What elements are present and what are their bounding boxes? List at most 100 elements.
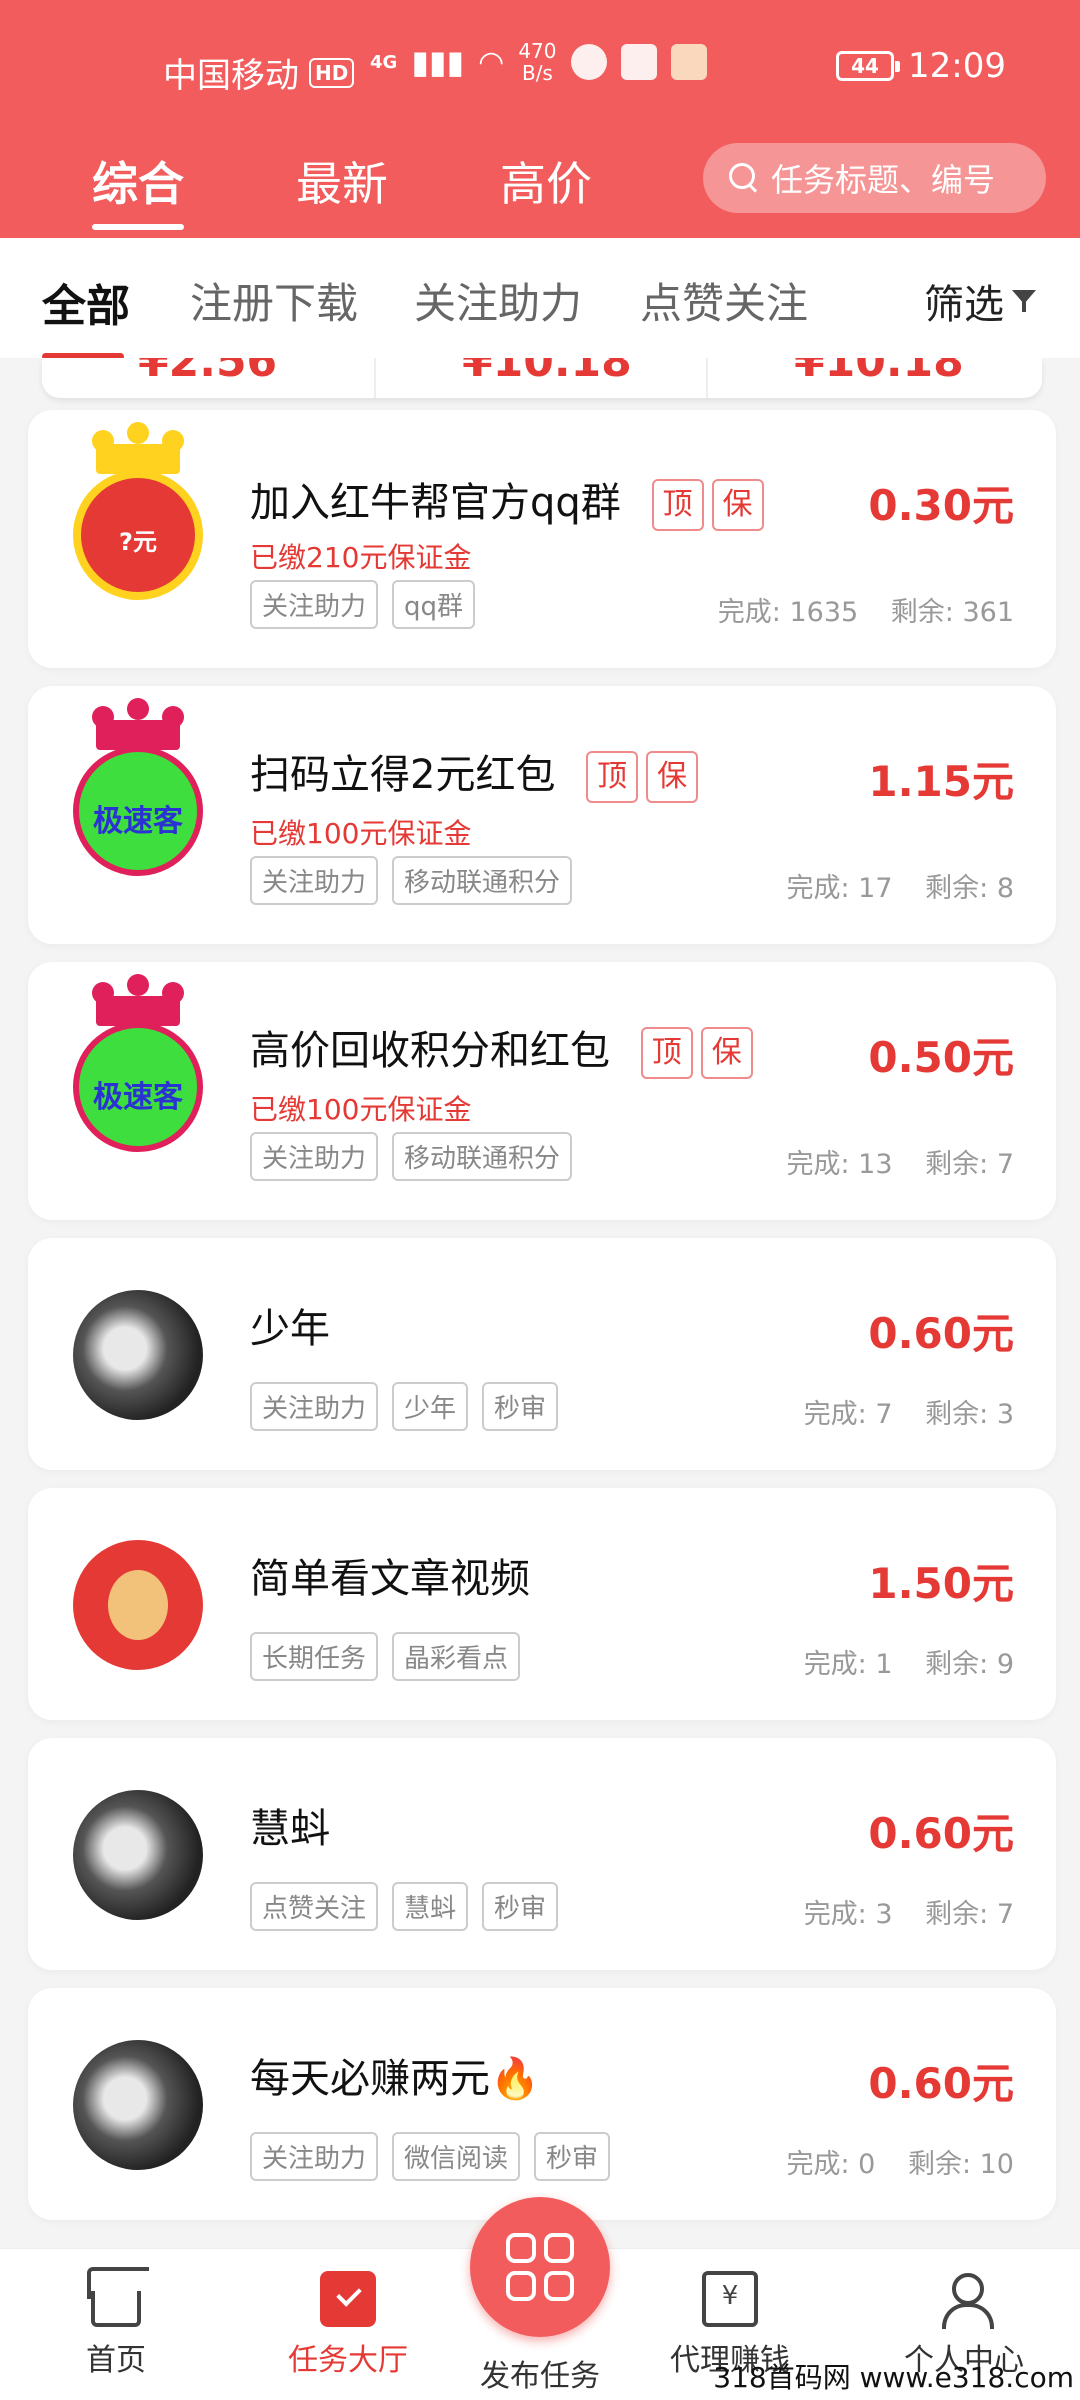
tab-latest[interactable]: 最新 [296, 148, 388, 214]
task-title-text: 高价回收积分和红包 [250, 1028, 610, 1074]
task-stats: 完成: 17 剩余: 8 [787, 866, 1015, 905]
prev-price: ¥10.18 [462, 358, 632, 387]
divider [706, 358, 708, 398]
tag: 秒审 [482, 1882, 559, 1931]
search-placeholder: 任务标题、编号 [771, 161, 996, 199]
task-price: 0.60元 [868, 1809, 1014, 1858]
tag: 点赞关注 [250, 1882, 379, 1931]
filter-button[interactable]: 筛选 [924, 272, 1038, 330]
nav-home-label: 首页 [86, 2343, 146, 2378]
nav-task-hall-label: 任务大厅 [288, 2343, 408, 2378]
status-icons: 4G ▮▮▮ ◠ 470 B/s [370, 40, 707, 84]
remain-count: 剩余: 361 [890, 597, 1014, 628]
tag: 移动联通积分 [392, 1132, 573, 1181]
task-title-text: 慧蚪 [250, 1806, 330, 1852]
task-price: 0.60元 [868, 1309, 1014, 1358]
grid-icon [506, 2233, 536, 2263]
badge-group: 顶 保 [651, 479, 764, 531]
prev-price: ¥10.18 [794, 358, 964, 387]
tag-list: 关注助力 微信阅读 秒审 [250, 2132, 611, 2181]
bottom-nav: 首页 任务大厅 发布任务 代理赚钱 个人中心 318首码网 www.e318.c… [0, 2197, 1080, 2400]
search-input[interactable]: 任务标题、编号 [703, 143, 1046, 213]
category-follow-boost[interactable]: 关注助力 [414, 270, 582, 331]
avatar [73, 2040, 203, 2170]
tag: 关注助力 [250, 856, 379, 905]
signal-icon: ▮▮▮ [411, 43, 465, 81]
task-title: 加入红牛帮官方qq群 顶 保 [250, 470, 764, 531]
tab-comprehensive[interactable]: 综合 [92, 148, 184, 230]
task-price: 0.30元 [868, 481, 1014, 530]
previous-row-strip: ¥2.56 ¥10.18 ¥10.18 [42, 358, 1042, 398]
task-price: 0.50元 [868, 1033, 1014, 1082]
guarantee-badge: 保 [646, 751, 699, 803]
task-stats: 完成: 3 剩余: 7 [804, 1892, 1014, 1931]
task-card[interactable]: 少年 0.60元 关注助力 少年 秒审 完成: 7 剩余: 3 [28, 1238, 1056, 1470]
task-stats: 完成: 7 剩余: 3 [804, 1392, 1014, 1431]
tag: 关注助力 [250, 2132, 379, 2181]
top-badge: 顶 [586, 751, 639, 803]
top-badge: 顶 [640, 1027, 693, 1079]
nav-task-hall[interactable]: 任务大厅 [258, 2271, 438, 2379]
net-speed-unit: B/s [521, 61, 553, 85]
task-card[interactable]: 每天必赚两元🔥 0.60元 关注助力 微信阅读 秒审 完成: 0 剩余: 10 [28, 1988, 1056, 2220]
tag: 微信阅读 [392, 2132, 521, 2181]
tag: 移动联通积分 [392, 856, 573, 905]
task-card[interactable]: 慧蚪 0.60元 点赞关注 慧蚪 秒审 完成: 3 剩余: 7 [28, 1738, 1056, 1970]
remain-count: 剩余: 7 [925, 1149, 1014, 1180]
wifi-icon: ◠ [478, 44, 505, 80]
tag: 关注助力 [250, 1132, 379, 1181]
tag: 晶彩看点 [392, 1632, 521, 1681]
nav-home[interactable]: 首页 [26, 2271, 206, 2379]
clock: 12:09 [908, 46, 1006, 86]
net-speed: 470 B/s [518, 40, 556, 84]
watermark: 318首码网 www.e318.com [713, 2361, 1074, 2394]
category-register-download[interactable]: 注册下载 [190, 270, 358, 331]
tag: qq群 [392, 580, 476, 629]
task-card[interactable]: 极速客 扫码立得2元红包 顶 保 1.15元 已缴100元保证金 关注助力 移动… [28, 686, 1056, 944]
remain-count: 剩余: 9 [925, 1649, 1014, 1680]
tab-high-price[interactable]: 高价 [500, 148, 592, 214]
done-count: 完成: 0 [786, 2149, 876, 2180]
nav-publish[interactable]: 发布任务 [450, 2351, 630, 2395]
task-price: 1.50元 [868, 1559, 1014, 1608]
task-price: 0.60元 [868, 2059, 1014, 2108]
qq-icon [570, 44, 607, 80]
task-title: 慧蚪 [250, 1796, 330, 1854]
badge-group: 顶 保 [586, 751, 699, 803]
tag: 秒审 [482, 1382, 559, 1431]
remain-count: 剩余: 10 [907, 2149, 1014, 2180]
ox-mascot-icon [108, 1570, 168, 1640]
tag-list: 关注助力 少年 秒审 [250, 1382, 559, 1431]
category-all[interactable]: 全部 [42, 270, 130, 360]
publish-task-button[interactable] [470, 2197, 610, 2337]
tag: 慧蚪 [392, 1882, 469, 1931]
task-stats: 完成: 13 剩余: 7 [787, 1142, 1015, 1181]
top-tabs: 综合 最新 高价 任务标题、编号 [0, 140, 1080, 230]
net-speed-value: 470 [518, 39, 557, 63]
done-count: 完成: 17 [786, 873, 893, 904]
filter-label: 筛选 [924, 282, 1004, 328]
avatar: ?元 [73, 470, 203, 600]
task-card[interactable]: 极速客 高价回收积分和红包 顶 保 0.50元 已缴100元保证金 关注助力 移… [28, 962, 1056, 1220]
tag-list: 关注助力 qq群 [250, 580, 476, 629]
guarantee-badge: 保 [700, 1027, 753, 1079]
remain-count: 剩余: 8 [925, 873, 1014, 904]
deposit-text: 已缴210元保证金 [250, 541, 472, 574]
task-title: 扫码立得2元红包 顶 保 [250, 742, 699, 803]
network-type: 4G [370, 51, 398, 73]
category-like-follow[interactable]: 点赞关注 [640, 270, 808, 331]
done-count: 完成: 7 [803, 1399, 893, 1430]
task-card[interactable]: ?元 加入红牛帮官方qq群 顶 保 0.30元 已缴210元保证金 关注助力 q… [28, 410, 1056, 668]
avatar: 极速客 [73, 746, 203, 876]
grid-icon [544, 2233, 574, 2263]
task-stats: 完成: 0 剩余: 10 [787, 2142, 1015, 2181]
home-icon [91, 2291, 141, 2327]
crown-icon [92, 972, 184, 1026]
task-title: 少年 [250, 1296, 330, 1354]
task-card[interactable]: 简单看文章视频 1.50元 长期任务 晶彩看点 完成: 1 剩余: 9 [28, 1488, 1056, 1720]
task-price: 1.15元 [868, 757, 1014, 806]
tag: 关注助力 [250, 1382, 379, 1431]
top-badge: 顶 [651, 479, 704, 531]
task-title-text: 简单看文章视频 [250, 1556, 530, 1602]
avatar [73, 1540, 203, 1670]
